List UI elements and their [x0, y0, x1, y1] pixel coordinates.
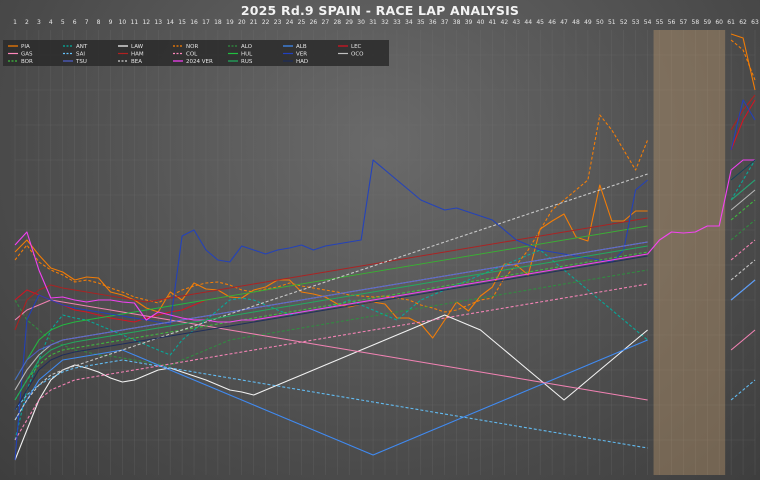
legend-label: GAS	[21, 52, 33, 58]
lap-label: 27	[322, 19, 330, 26]
lap-label: 39	[465, 19, 473, 26]
lap-label: 5	[61, 19, 65, 26]
legend-label: COL	[186, 52, 198, 58]
lap-label: 62	[739, 19, 747, 26]
lap-label: 30	[357, 19, 365, 26]
legend-label: 2024 VER	[186, 59, 213, 65]
lap-label: 15	[178, 19, 186, 26]
legend-label: NOR	[186, 44, 198, 50]
lap-label: 57	[680, 19, 688, 26]
chart-stage: 2025 Rd.9 SPAIN - RACE LAP ANALYSIS 1234…	[0, 0, 760, 480]
lap-label: 45	[536, 19, 544, 26]
legend-label: HAM	[131, 52, 144, 58]
lap-label: 16	[190, 19, 198, 26]
legend-label: HAD	[296, 59, 308, 65]
legend-label: ALO	[241, 44, 253, 50]
lap-label: 17	[202, 19, 210, 26]
legend-label: LAW	[131, 44, 144, 50]
legend-label: PIA	[21, 44, 30, 50]
lap-label: 34	[405, 19, 413, 26]
lap-label: 42	[501, 19, 509, 26]
lap-label: 36	[429, 19, 437, 26]
lap-label: 12	[142, 19, 150, 26]
lap-label: 10	[119, 19, 127, 26]
lap-label: 8	[97, 19, 101, 26]
lap-label: 13	[154, 19, 162, 26]
lap-label: 37	[441, 19, 449, 26]
lap-label: 3	[37, 19, 41, 26]
legend-label: SAI	[76, 52, 85, 58]
lap-label: 1	[13, 19, 17, 26]
legend-label: ANT	[76, 44, 88, 50]
lap-label: 4	[49, 19, 53, 26]
lap-label: 55	[656, 19, 664, 26]
legend-label: OCO	[351, 52, 364, 58]
lap-label: 19	[226, 19, 234, 26]
lap-label: 52	[620, 19, 628, 26]
lap-label: 25	[298, 19, 306, 26]
highlight-band	[653, 30, 726, 475]
legend: PIA ANT LAW NOR ALO ALB LEC GAS SAI HAM COL HUL VER O…	[3, 40, 389, 66]
lap-label: 48	[572, 19, 580, 26]
lap-label: 43	[512, 19, 520, 26]
lap-label: 44	[524, 19, 532, 26]
lap-label: 51	[608, 19, 616, 26]
lap-label: 20	[238, 19, 246, 26]
lap-label: 54	[644, 19, 652, 26]
lap-label: 59	[703, 19, 711, 26]
lap-label: 47	[560, 19, 568, 26]
lap-label: 26	[310, 19, 318, 26]
legend-label: VER	[296, 52, 307, 58]
lap-label: 50	[596, 19, 604, 26]
lap-label: 31	[369, 19, 377, 26]
legend-label: LEC	[351, 44, 362, 50]
lap-label: 63	[751, 19, 759, 26]
lap-label: 53	[632, 19, 640, 26]
lap-label: 9	[109, 19, 113, 26]
lap-label: 22	[262, 19, 270, 26]
legend-label: TSU	[75, 59, 87, 65]
lap-label: 60	[715, 19, 723, 26]
lap-label: 40	[477, 19, 485, 26]
legend-label: ALB	[296, 44, 307, 50]
lap-label: 49	[584, 19, 592, 26]
lap-label: 29	[345, 19, 353, 26]
lap-label: 2	[25, 19, 29, 26]
legend-label: BOR	[21, 59, 33, 65]
lap-label: 58	[692, 19, 700, 26]
lap-label: 24	[286, 19, 294, 26]
lap-label: 38	[453, 19, 461, 26]
lap-label: 46	[548, 19, 556, 26]
lap-label: 28	[333, 19, 341, 26]
lap-label: 11	[131, 19, 139, 26]
lap-label: 35	[417, 19, 425, 26]
legend-label: RUS	[241, 59, 253, 65]
lap-label: 33	[393, 19, 401, 26]
lap-label: 56	[668, 19, 676, 26]
lap-label: 41	[489, 19, 497, 26]
lap-label: 32	[381, 19, 389, 26]
legend-label: BEA	[131, 59, 142, 65]
lap-label: 7	[85, 19, 89, 26]
lap-label: 14	[166, 19, 174, 26]
lap-chart: 1 2 3 4 5 6 7 8 9 10 11 12 13 14 15 16 17 18 19 20 21 22 23 24 2…	[3, 19, 759, 475]
lap-label: 6	[73, 19, 77, 26]
lap-label: 61	[727, 19, 735, 26]
legend-label: HUL	[241, 52, 253, 58]
lap-label: 23	[274, 19, 282, 26]
lap-label: 18	[214, 19, 222, 26]
lap-label: 21	[250, 19, 258, 26]
